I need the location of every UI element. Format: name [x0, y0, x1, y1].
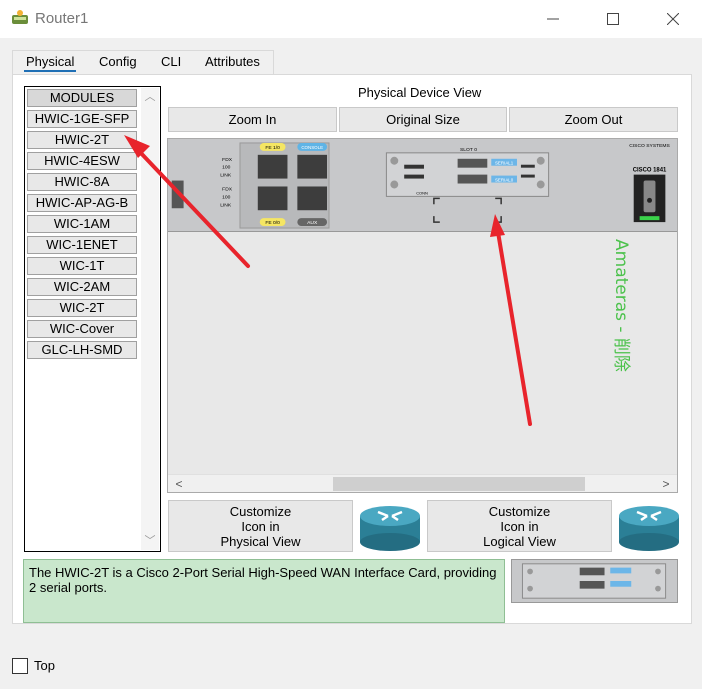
modules-list: MODULES HWIC-1GE-SFP HWIC-2T HWIC-4ESW H…	[24, 86, 161, 552]
fdx-label: FDX	[222, 157, 233, 163]
speed-label-2: 100	[222, 194, 230, 200]
tab-cli[interactable]: CLI	[159, 54, 183, 69]
brand-label: CISCO SYSTEMS	[629, 143, 670, 149]
scroll-thumb[interactable]	[333, 477, 585, 491]
customize-logical-line-1: Customize	[488, 504, 551, 519]
device-viewport: FE 1/0 CONSOLE FDX 100 LINK FDX 100 LINK…	[167, 138, 678, 493]
fe-1-0-port	[257, 154, 288, 179]
tab-attributes[interactable]: Attributes	[203, 54, 262, 69]
aux-label: AUX	[307, 220, 318, 226]
maximize-icon	[607, 13, 619, 25]
module-item[interactable]: HWIC-1GE-SFP	[27, 110, 137, 128]
model-label: CISCO 1841	[633, 168, 667, 174]
top-label: Top	[34, 658, 55, 673]
scroll-down-icon[interactable]: ﹀	[141, 532, 159, 550]
console-port	[297, 154, 328, 179]
horizontal-scrollbar[interactable]: < >	[168, 474, 677, 492]
maximize-button[interactable]	[590, 0, 636, 38]
module-item[interactable]: WIC-Cover	[27, 320, 137, 338]
watermark: Amateras - 削除	[611, 239, 631, 372]
customize-physical-button[interactable]: Customize Icon in Physical View	[168, 500, 353, 552]
module-description: The HWIC-2T is a Cisco 2-Port Serial Hig…	[23, 559, 505, 623]
scroll-right-icon[interactable]: >	[657, 475, 675, 492]
customize-physical-line-3: Physical View	[220, 534, 301, 549]
power-led	[639, 216, 660, 221]
scroll-left-icon[interactable]: <	[170, 475, 188, 492]
customize-logical-line-3: Logical View	[483, 534, 556, 549]
customize-physical-line-1: Customize	[229, 504, 292, 519]
tab-bar: Physical Config CLI Attributes	[12, 50, 274, 74]
top-checkbox[interactable]	[12, 658, 28, 674]
link-label: LINK	[220, 173, 232, 179]
router-icon	[360, 506, 420, 551]
close-icon	[667, 13, 679, 25]
router-chassis: FE 1/0 CONSOLE FDX 100 LINK FDX 100 LINK…	[168, 139, 677, 232]
router-icon	[619, 506, 679, 551]
modules-header: MODULES	[27, 89, 137, 107]
slot-0-label: SLOT 0	[460, 147, 477, 153]
module-item[interactable]: WIC-2T	[27, 299, 137, 317]
module-item[interactable]: WIC-1ENET	[27, 236, 137, 254]
minimize-button[interactable]	[530, 0, 576, 38]
minimize-icon	[547, 18, 559, 20]
module-item[interactable]: HWIC-2T	[27, 131, 137, 149]
console-label: CONSOLE	[301, 145, 323, 150]
speed-label: 100	[222, 165, 230, 171]
link-label-2: LINK	[220, 202, 232, 208]
title-bar: Router1	[0, 0, 702, 38]
watermark-text: Amateras - 削除	[611, 239, 631, 372]
serial0-label: SERIAL0	[495, 178, 514, 183]
serial0-port	[457, 174, 488, 184]
router-app-icon	[12, 10, 28, 24]
customize-physical-line-2: Icon in	[241, 519, 280, 534]
serial1-port	[457, 158, 488, 168]
zoom-out-button[interactable]: Zoom Out	[509, 107, 678, 132]
customize-logical-line-2: Icon in	[500, 519, 539, 534]
aux-port	[297, 186, 328, 211]
module-item[interactable]: GLC-LH-SMD	[27, 341, 137, 359]
module-item[interactable]: WIC-2AM	[27, 278, 137, 296]
fe-1-0-label: FE 1/0	[265, 145, 280, 151]
tab-physical[interactable]: Physical	[24, 54, 77, 72]
serial1-label: SERIAL1	[495, 161, 514, 166]
side-port	[171, 180, 184, 209]
module-item[interactable]: HWIC-8A	[27, 173, 137, 191]
zoom-in-button[interactable]: Zoom In	[168, 107, 337, 132]
module-item[interactable]: WIC-1T	[27, 257, 137, 275]
power-switch[interactable]	[643, 180, 656, 213]
modules-scrollbar[interactable]: ︿ ﹀	[141, 88, 159, 550]
fdx-label-2: FDX	[222, 186, 233, 192]
customize-logical-button[interactable]: Customize Icon in Logical View	[427, 500, 612, 552]
module-item[interactable]: HWIC-AP-AG-B	[27, 194, 137, 212]
conn-label: CONN	[416, 190, 428, 195]
module-item[interactable]: HWIC-4ESW	[27, 152, 137, 170]
fe-0-0-label: FE 0/0	[265, 220, 280, 226]
close-button[interactable]	[650, 0, 696, 38]
tab-config[interactable]: Config	[97, 54, 139, 69]
window-title: Router1	[35, 10, 89, 27]
scroll-up-icon[interactable]: ︿	[141, 88, 159, 106]
physical-device-view-label: Physical Device View	[358, 85, 482, 100]
module-item[interactable]: WIC-1AM	[27, 215, 137, 233]
module-preview	[511, 559, 678, 603]
fe-0-0-port	[257, 186, 288, 211]
original-size-button[interactable]: Original Size	[339, 107, 507, 132]
